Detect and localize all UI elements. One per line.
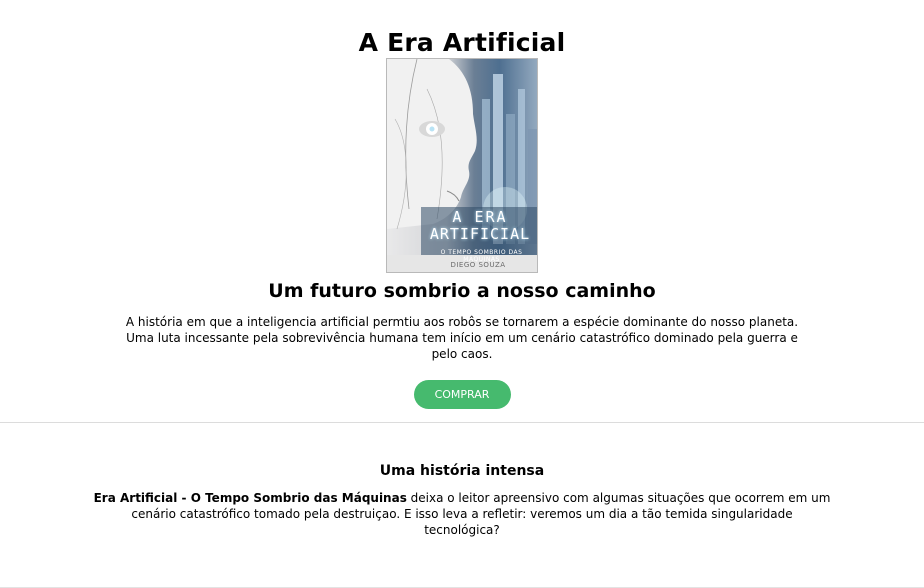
hero-subtitle: Um futuro sombrio a nosso caminho — [268, 280, 656, 302]
hero-section: A Era Artificial A ERA ARTIFICIAL O TEMP… — [0, 0, 924, 409]
hero-description: A história em que a inteligencia artific… — [125, 315, 799, 361]
buy-button[interactable]: COMPRAR — [413, 380, 511, 409]
section-body: Era Artificial - O Tempo Sombrio das Máq… — [92, 490, 832, 538]
story-section: Uma história intensa Era Artificial - O … — [0, 462, 924, 538]
page-title: A Era Artificial — [358, 28, 566, 57]
section-heading: Uma história intensa — [379, 463, 545, 479]
section-body-bold: Era Artificial - O Tempo Sombrio das Máq… — [93, 491, 407, 505]
cover-author: DIEGO SOUZA — [450, 261, 506, 269]
cover-title: A ERA ARTIFICIAL — [421, 208, 537, 243]
book-cover-image: A ERA ARTIFICIAL O TEMPO SOMBRIO DAS MÁQ… — [386, 58, 538, 273]
cover-title-line2: ARTIFICIAL — [429, 225, 531, 243]
cover-title-line1: A ERA — [452, 208, 508, 226]
section-divider — [0, 422, 924, 423]
